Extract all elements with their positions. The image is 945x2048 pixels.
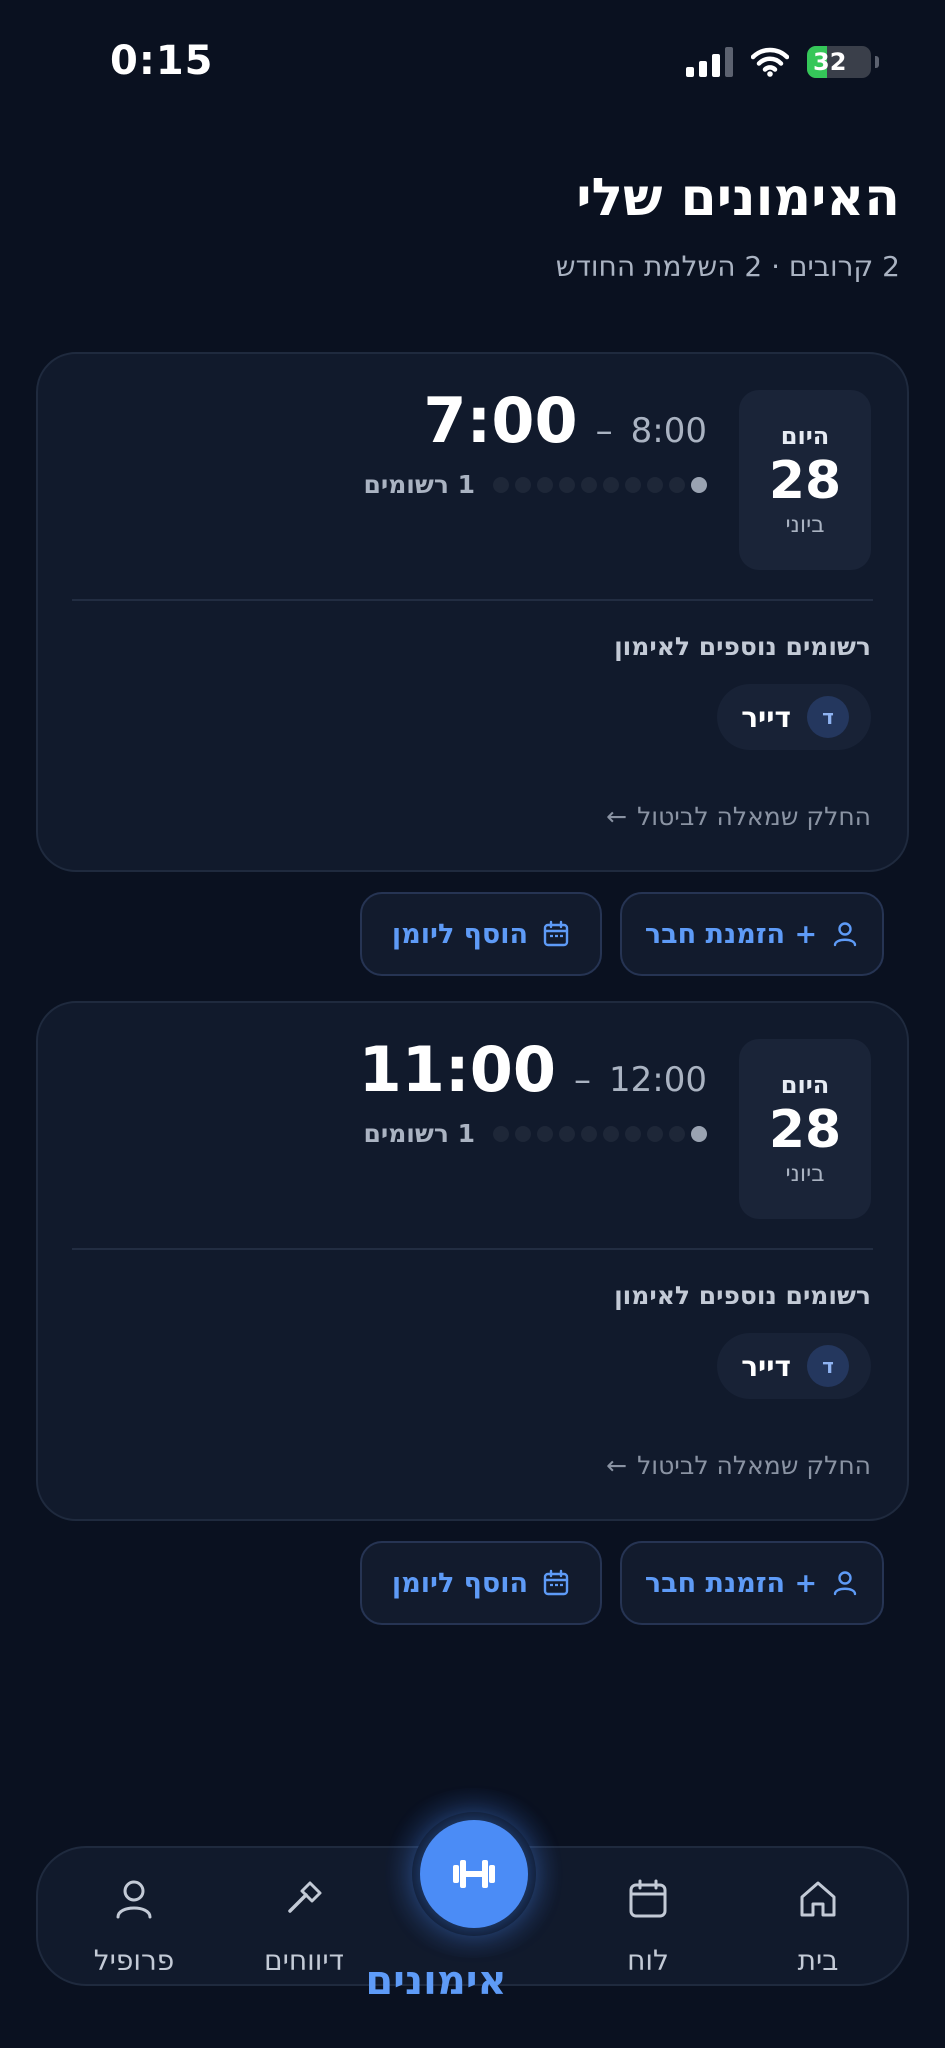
month-label: ביוני xyxy=(785,512,825,538)
session-actions: + הזמנת חבר הוסף ליומן xyxy=(360,892,884,976)
start-time: 11:00 xyxy=(358,1033,557,1106)
member-chip[interactable]: ד דייר xyxy=(717,1333,871,1399)
add-to-calendar-label: הוסף ליומן xyxy=(391,1567,529,1599)
capacity-dot-empty xyxy=(559,476,575,493)
calendar-icon xyxy=(629,1879,667,1918)
capacity-dot-filled xyxy=(691,1125,707,1142)
invite-friend-label: + הזמנת חבר xyxy=(644,1567,818,1599)
capacity-dot-empty xyxy=(537,1125,553,1142)
capacity-dot-empty xyxy=(669,476,685,493)
calendar-icon xyxy=(543,1569,569,1596)
date-badge: היום 28 ביוני xyxy=(739,1039,871,1219)
time-range: 11:00 – 12:00 xyxy=(359,1033,707,1106)
status-time: 0:15 xyxy=(110,38,214,84)
add-to-calendar-label: הוסף ליומן xyxy=(391,918,529,950)
registration-row: 1 רשומים xyxy=(363,1119,707,1148)
date-badge: היום 28 ביוני xyxy=(739,390,871,570)
time-range: 7:00 – 8:00 xyxy=(423,384,707,457)
capacity-dot-empty xyxy=(647,1125,663,1142)
registered-count: 1 רשומים xyxy=(363,1119,475,1148)
member-chip[interactable]: ד דייר xyxy=(717,684,871,750)
member-name: דייר xyxy=(741,700,791,734)
time-dash: – xyxy=(574,1060,592,1100)
swipe-hint: החלק שמאלה לביטול ← xyxy=(606,1451,871,1480)
nav-profile[interactable]: פרופיל xyxy=(54,1848,214,1988)
battery-level: 32 xyxy=(813,48,847,76)
avatar: ד xyxy=(807,1345,849,1387)
more-registered-title: רשומים נוספים לאימון xyxy=(614,632,871,661)
nav-profile-label: פרופיל xyxy=(93,1944,175,1977)
capacity-dot-empty xyxy=(669,1125,685,1142)
nav-board[interactable]: לוח xyxy=(568,1848,728,1988)
capacity-dot-empty xyxy=(603,476,619,493)
registration-row: 1 רשומים xyxy=(363,470,707,499)
wifi-icon xyxy=(751,47,789,77)
swipe-hint-text: החלק שמאלה לביטול xyxy=(637,1451,871,1480)
session-actions: + הזמנת חבר הוסף ליומן xyxy=(360,1541,884,1625)
capacity-dot-empty xyxy=(493,1125,509,1142)
nav-board-label: לוח xyxy=(627,1944,669,1977)
dumbbell-icon xyxy=(453,1860,495,1888)
end-time: 12:00 xyxy=(609,1060,707,1100)
day-number: 28 xyxy=(768,1100,842,1160)
member-name: דייר xyxy=(741,1349,791,1383)
capacity-dot-empty xyxy=(647,476,663,493)
nav-home-label: בית xyxy=(797,1944,839,1977)
capacity-dot-empty xyxy=(581,1125,597,1142)
capacity-dot-empty xyxy=(625,1125,641,1142)
session-card[interactable]: היום 28 ביוני 11:00 – 12:00 1 רשומים רשו… xyxy=(36,1001,909,1521)
invite-friend-button[interactable]: + הזמנת חבר xyxy=(620,1541,884,1625)
end-time: 8:00 xyxy=(630,411,707,451)
battery-icon: 32 xyxy=(807,46,871,78)
capacity-dot-empty xyxy=(625,476,641,493)
start-time: 7:00 xyxy=(423,384,578,457)
invite-friend-button[interactable]: + הזמנת חבר xyxy=(620,892,884,976)
capacity-dot-empty xyxy=(537,476,553,493)
hammer-icon xyxy=(288,1881,322,1913)
nav-workouts-label[interactable]: אימונים xyxy=(306,1958,566,2004)
user-icon xyxy=(833,922,857,947)
session-card[interactable]: היום 28 ביוני 7:00 – 8:00 1 רשומים רשומי… xyxy=(36,352,909,872)
day-label: היום xyxy=(780,422,830,450)
status-bar: 0:15 32 xyxy=(0,0,945,130)
capacity-dot-empty xyxy=(581,476,597,493)
registered-count: 1 רשומים xyxy=(363,470,475,499)
capacity-dots xyxy=(493,476,707,493)
swipe-hint-text: החלק שמאלה לביטול xyxy=(637,802,871,831)
add-to-calendar-button[interactable]: הוסף ליומן xyxy=(360,1541,602,1625)
arrow-left-icon: ← xyxy=(606,802,628,831)
capacity-dot-empty xyxy=(515,476,531,493)
signal-icon xyxy=(686,47,733,77)
capacity-dots xyxy=(493,1125,707,1142)
capacity-dot-empty xyxy=(603,1125,619,1142)
month-label: ביוני xyxy=(785,1161,825,1187)
page-subtitle: 2 קרובים · 2 השלמת החודש xyxy=(555,250,900,283)
capacity-dot-empty xyxy=(493,476,509,493)
user-icon xyxy=(833,1571,857,1596)
home-icon xyxy=(800,1881,836,1917)
add-to-calendar-button[interactable]: הוסף ליומן xyxy=(360,892,602,976)
time-dash: – xyxy=(595,411,613,451)
calendar-icon xyxy=(543,920,569,947)
status-indicators: 32 xyxy=(686,46,879,78)
more-registered-title: רשומים נוספים לאימון xyxy=(614,1281,871,1310)
capacity-dot-filled xyxy=(691,476,707,493)
arrow-left-icon: ← xyxy=(606,1451,628,1480)
nav-workouts-button[interactable] xyxy=(420,1820,528,1928)
day-number: 28 xyxy=(768,451,842,511)
day-label: היום xyxy=(780,1071,830,1099)
nav-home[interactable]: בית xyxy=(738,1848,898,1988)
capacity-dot-empty xyxy=(515,1125,531,1142)
invite-friend-label: + הזמנת חבר xyxy=(644,918,818,950)
swipe-hint: החלק שמאלה לביטול ← xyxy=(606,802,871,831)
user-icon xyxy=(116,1880,152,1919)
divider xyxy=(72,1248,873,1250)
page-title: האימונים שלי xyxy=(576,168,900,228)
avatar: ד xyxy=(807,696,849,738)
screen: 0:15 32 האימונים שלי 2 קרובים · 2 השלמת … xyxy=(0,0,945,2048)
divider xyxy=(72,599,873,601)
capacity-dot-empty xyxy=(559,1125,575,1142)
